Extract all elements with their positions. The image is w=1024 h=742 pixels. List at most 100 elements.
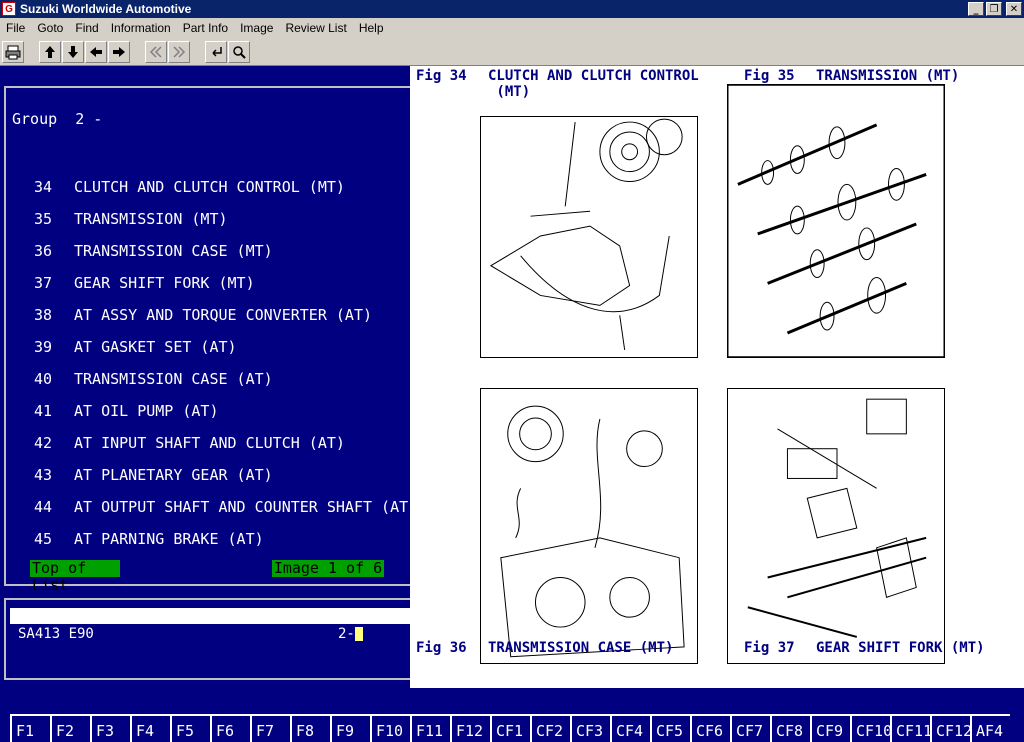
window-title: Suzuki Worldwide Automotive [20,2,192,16]
item-label: AT OUTPUT SHAFT AND COUNTER SHAFT (AT) [74,498,418,516]
item-number: 42 [34,434,53,452]
fig35-number: Fig 35 [744,68,795,84]
next-image-icon[interactable] [168,40,190,63]
menu-file[interactable]: File [0,21,31,35]
item-label: TRANSMISSION (MT) [74,210,228,228]
list-item[interactable]: 41 AT OIL PUMP (AT) [34,402,417,434]
list-item[interactable]: 37 GEAR SHIFT FORK (MT) [34,274,417,306]
fkey-f9[interactable]: F9 [330,714,370,742]
fkey-cf3[interactable]: CF3 [570,714,610,742]
menu-image[interactable]: Image [234,21,279,35]
catalog-header-row: Catalog Group [10,608,414,656]
menu-bar: File Goto Find Information Part Info Ima… [0,18,1024,38]
fkey-cf8[interactable]: CF8 [770,714,810,742]
fkey-cf5[interactable]: CF5 [650,714,690,742]
list-item[interactable]: 42 AT INPUT SHAFT AND CLUTCH (AT) [34,434,417,466]
minimize-icon[interactable]: _ [968,2,984,16]
item-label: TRANSMISSION CASE (MT) [74,242,273,260]
menu-goto[interactable]: Goto [31,21,69,35]
item-number: 38 [34,306,53,324]
list-item[interactable]: 43 AT PLANETARY GEAR (AT) [34,466,417,498]
group-panel: Group 2 - 34 CLUTCH AND CLUTCH CONTROL (M… [4,86,417,586]
title-bar: G Suzuki Worldwide Automotive _ ❐ ✕ [0,0,1024,18]
item-number: 44 [34,498,53,516]
item-label: CLUTCH AND CLUTCH CONTROL (MT) [74,178,345,196]
menu-part-info[interactable]: Part Info [177,21,234,35]
arrow-right-icon[interactable] [108,40,130,63]
group-input[interactable]: 2- [338,626,363,642]
fkey-cf9[interactable]: CF9 [810,714,850,742]
fig35-drawing[interactable] [727,84,945,358]
group-value: 2- [338,626,355,642]
group-title: Group 2 - [12,110,103,128]
list-item[interactable]: 35 TRANSMISSION (MT) [34,210,417,242]
fkey-cf12[interactable]: CF12 [930,714,972,742]
fig34-number: Fig 34 [416,68,467,84]
menu-find[interactable]: Find [69,21,104,35]
fkey-f11[interactable]: F11 [410,714,450,742]
print-icon[interactable] [2,40,24,63]
app-logo-icon: G [2,2,16,16]
catalog-value: SA413 E90 [18,626,94,642]
fkey-f4[interactable]: F4 [130,714,170,742]
fkey-cf7[interactable]: CF7 [730,714,770,742]
item-number: 35 [34,210,53,228]
item-label: AT PLANETARY GEAR (AT) [74,466,273,484]
fkey-f5[interactable]: F5 [170,714,210,742]
item-label: AT GASKET SET (AT) [74,338,237,356]
transmission-case-diagram-image [500,405,685,658]
item-number: 39 [34,338,53,356]
fkey-cf2[interactable]: CF2 [530,714,570,742]
gear-shift-fork-diagram-image [747,398,927,638]
item-label: AT PARNING BRAKE (AT) [74,530,264,548]
group-list: 34 CLUTCH AND CLUTCH CONTROL (MT) 35 TRANS… [34,178,417,562]
fkey-af4[interactable]: AF4 [970,714,1010,742]
fkey-f3[interactable]: F3 [90,714,130,742]
item-number: 45 [34,530,53,548]
function-key-bar: F1 F2 F3 F4 F5 F6 F7 F8 F9 F10 F11 F12 C… [10,714,1018,742]
list-item[interactable]: 39 AT GASKET SET (AT) [34,338,417,370]
return-icon[interactable] [205,40,227,63]
item-number: 40 [34,370,53,388]
menu-help[interactable]: Help [353,21,390,35]
fkey-f1[interactable]: F1 [10,714,50,742]
fkey-f7[interactable]: F7 [250,714,290,742]
fig37-drawing[interactable] [727,388,945,664]
fkey-cf1[interactable]: CF1 [490,714,530,742]
item-label: AT INPUT SHAFT AND CLUTCH (AT) [74,434,345,452]
restore-icon[interactable]: ❐ [986,2,1002,16]
arrow-down-icon[interactable] [62,40,84,63]
fkey-f2[interactable]: F2 [50,714,90,742]
list-item[interactable]: 45 AT PARNING BRAKE (AT) [34,530,417,562]
fig36-drawing[interactable] [480,388,698,664]
fkey-f6[interactable]: F6 [210,714,250,742]
item-number: 34 [34,178,53,196]
search-icon[interactable] [228,40,250,63]
list-item[interactable]: 36 TRANSMISSION CASE (MT) [34,242,417,274]
fkey-cf11[interactable]: CF11 [890,714,932,742]
list-item[interactable]: 34 CLUTCH AND CLUTCH CONTROL (MT) [34,178,417,210]
fig36-title: TRANSMISSION CASE (MT) [488,640,674,656]
top-of-list-indicator: Top of List [30,560,120,594]
close-icon[interactable]: ✕ [1006,2,1022,16]
fig34-drawing[interactable] [480,116,698,358]
fkey-cf4[interactable]: CF4 [610,714,650,742]
arrow-left-icon[interactable] [85,40,107,63]
fkey-f12[interactable]: F12 [450,714,490,742]
fkey-f8[interactable]: F8 [290,714,330,742]
figure-panel: Fig 34 CLUTCH AND CLUTCH CONTROL (MT) Fi… [410,66,1024,688]
fig35-title: TRANSMISSION (MT) [816,68,960,84]
fkey-cf10[interactable]: CF10 [850,714,892,742]
fkey-f10[interactable]: F10 [370,714,410,742]
list-item[interactable]: 44 AT OUTPUT SHAFT AND COUNTER SHAFT (AT) [34,498,417,530]
fig34-title: CLUTCH AND CLUTCH CONTROL (MT) [488,68,699,100]
fkey-cf6[interactable]: CF6 [690,714,730,742]
fig36-number: Fig 36 [416,640,467,656]
arrow-up-icon[interactable] [39,40,61,63]
list-item[interactable]: 38 AT ASSY AND TORQUE CONVERTER (AT) [34,306,417,338]
list-item[interactable]: 40 TRANSMISSION CASE (AT) [34,370,417,402]
toolbar [0,38,1024,66]
previous-image-icon[interactable] [145,40,167,63]
menu-review-list[interactable]: Review List [279,21,352,35]
menu-information[interactable]: Information [105,21,177,35]
